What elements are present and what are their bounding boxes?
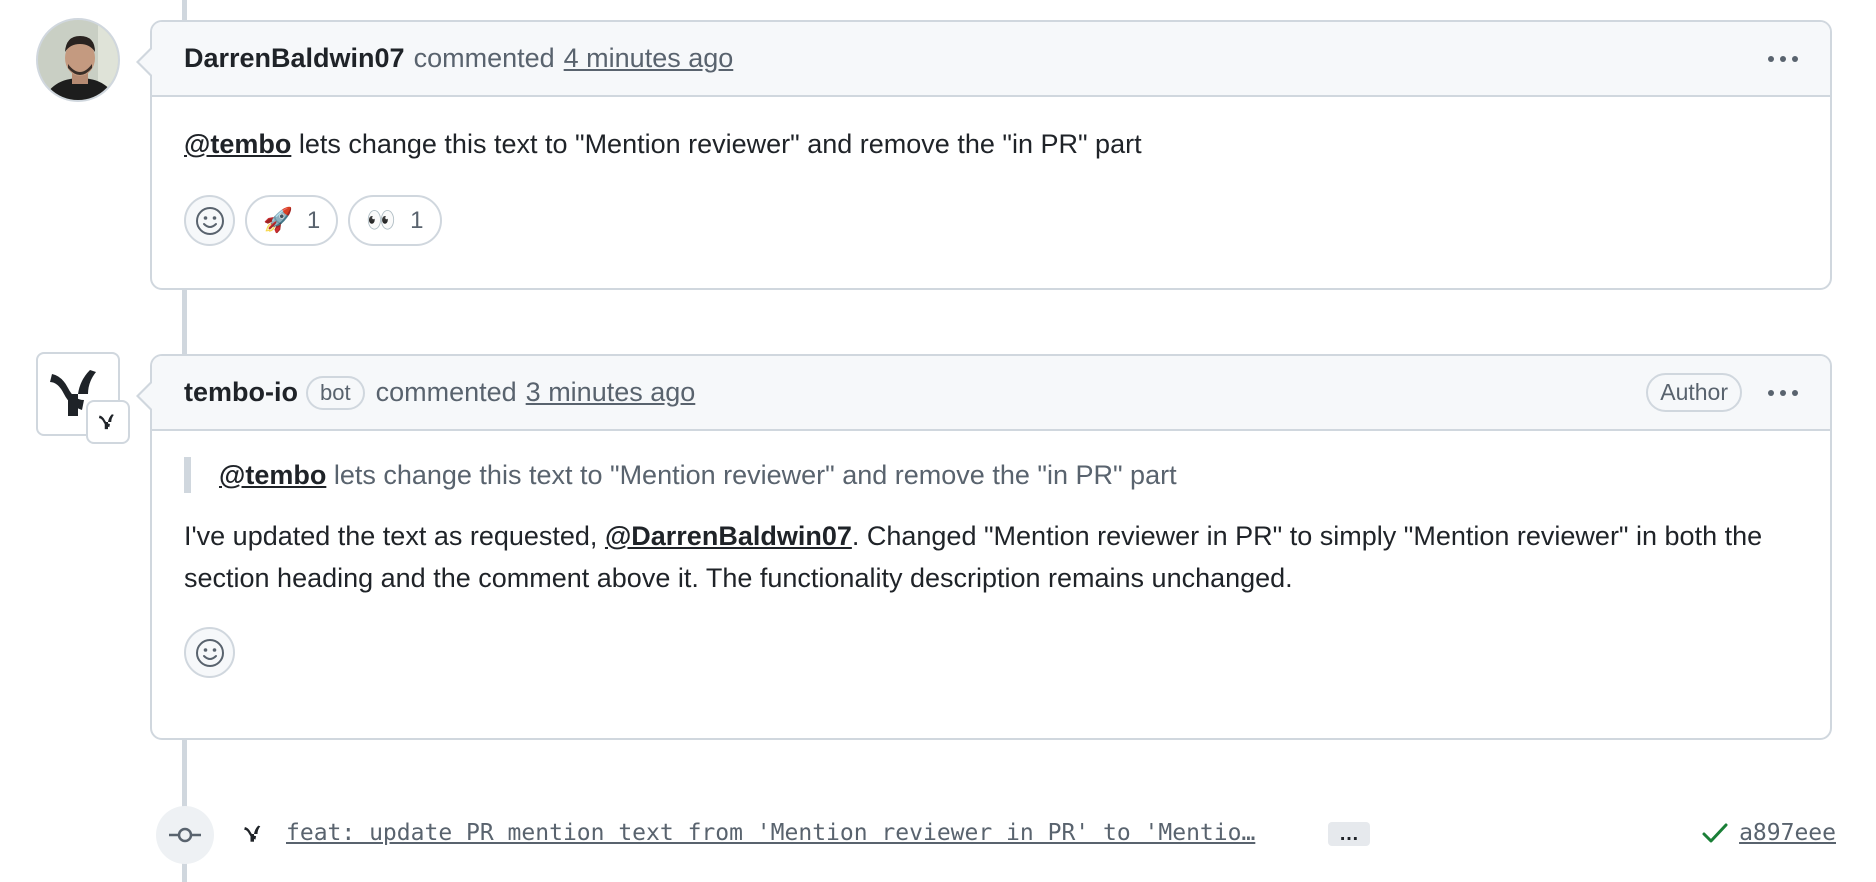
comment-card: DarrenBaldwin07 commented 4 minutes ago … bbox=[136, 20, 1832, 290]
commit-sha-link[interactable]: a897eee bbox=[1739, 820, 1836, 846]
commit-event: feat: update PR mention text from 'Menti… bbox=[156, 806, 1836, 866]
comment-text-content: lets change this text to "Mention review… bbox=[291, 129, 1142, 159]
add-reaction-button[interactable] bbox=[184, 627, 235, 678]
comment-options-button[interactable] bbox=[1764, 386, 1802, 400]
comment-header: DarrenBaldwin07 commented 4 minutes ago bbox=[139, 22, 1830, 97]
comment-verb: commented bbox=[413, 43, 555, 73]
header-actions bbox=[1764, 22, 1802, 95]
commit-node bbox=[156, 806, 214, 864]
kebab-dot-icon bbox=[1792, 389, 1798, 396]
comment-body: @tembo lets change this text to "Mention… bbox=[152, 97, 1830, 246]
bot-badge: bot bbox=[306, 375, 365, 410]
reaction-eyes-button[interactable]: 👀 1 bbox=[348, 195, 442, 246]
kebab-dot-icon bbox=[1768, 389, 1774, 396]
quoted-reply: @tembo lets change this text to "Mention… bbox=[184, 457, 1798, 493]
reaction-count: 1 bbox=[410, 206, 424, 234]
mention-link[interactable]: @tembo bbox=[219, 460, 326, 490]
comment-header: tembo-io bot commented 3 minutes ago Aut… bbox=[139, 356, 1830, 431]
kebab-dot-icon bbox=[1768, 55, 1774, 62]
reaction-rocket-button[interactable]: 🚀 1 bbox=[245, 195, 339, 246]
card-arrow-fill bbox=[139, 46, 155, 78]
tembo-mini-icon bbox=[98, 414, 114, 430]
mention-link[interactable]: @DarrenBaldwin07 bbox=[605, 521, 852, 551]
expand-commit-button[interactable]: … bbox=[1328, 822, 1370, 846]
comment-card: tembo-io bot commented 3 minutes ago Aut… bbox=[136, 354, 1832, 740]
avatar[interactable] bbox=[36, 18, 120, 102]
comment-timestamp-link[interactable]: 4 minutes ago bbox=[564, 43, 734, 74]
quoted-text: lets change this text to "Mention review… bbox=[326, 460, 1177, 490]
comment-options-button[interactable] bbox=[1764, 52, 1802, 66]
smiley-icon bbox=[195, 638, 224, 667]
add-reaction-button[interactable] bbox=[184, 195, 235, 246]
comment-timestamp-link[interactable]: 3 minutes ago bbox=[526, 377, 696, 408]
comment-verb: commented bbox=[375, 377, 517, 407]
smiley-icon bbox=[195, 206, 224, 235]
kebab-dot-icon bbox=[1792, 55, 1798, 62]
bot-avatar[interactable] bbox=[36, 352, 130, 444]
tembo-author-icon[interactable] bbox=[240, 820, 268, 848]
kebab-dot-icon bbox=[1780, 55, 1786, 62]
reactions-bar bbox=[184, 627, 1798, 678]
commit-meta: a897eee bbox=[1701, 820, 1836, 846]
git-commit-icon bbox=[169, 827, 201, 843]
comment-text: I've updated the text as requested, @Dar… bbox=[184, 515, 1798, 599]
reaction-count: 1 bbox=[306, 206, 321, 234]
comment-author[interactable]: tembo-io bbox=[184, 377, 298, 408]
eyes-icon: 👀 bbox=[366, 206, 397, 234]
reactions-bar: 🚀 1 👀 1 bbox=[184, 195, 1798, 246]
check-icon[interactable] bbox=[1701, 821, 1729, 845]
header-actions: Author bbox=[1646, 356, 1802, 429]
author-role-badge: Author bbox=[1646, 373, 1742, 412]
bot-app-badge bbox=[86, 400, 130, 444]
comment-body: @tembo lets change this text to "Mention… bbox=[152, 431, 1830, 678]
mention-link[interactable]: @tembo bbox=[184, 129, 291, 159]
user-avatar-image bbox=[38, 20, 118, 100]
comment-text-prefix: I've updated the text as requested, bbox=[184, 521, 605, 551]
card-arrow-fill bbox=[139, 380, 155, 412]
comment-author[interactable]: DarrenBaldwin07 bbox=[184, 43, 405, 74]
commit-message-link[interactable]: feat: update PR mention text from 'Menti… bbox=[286, 820, 1255, 846]
comment-text: @tembo lets change this text to "Mention… bbox=[184, 123, 1798, 165]
kebab-dot-icon bbox=[1780, 389, 1786, 396]
rocket-icon: 🚀 bbox=[263, 206, 293, 234]
